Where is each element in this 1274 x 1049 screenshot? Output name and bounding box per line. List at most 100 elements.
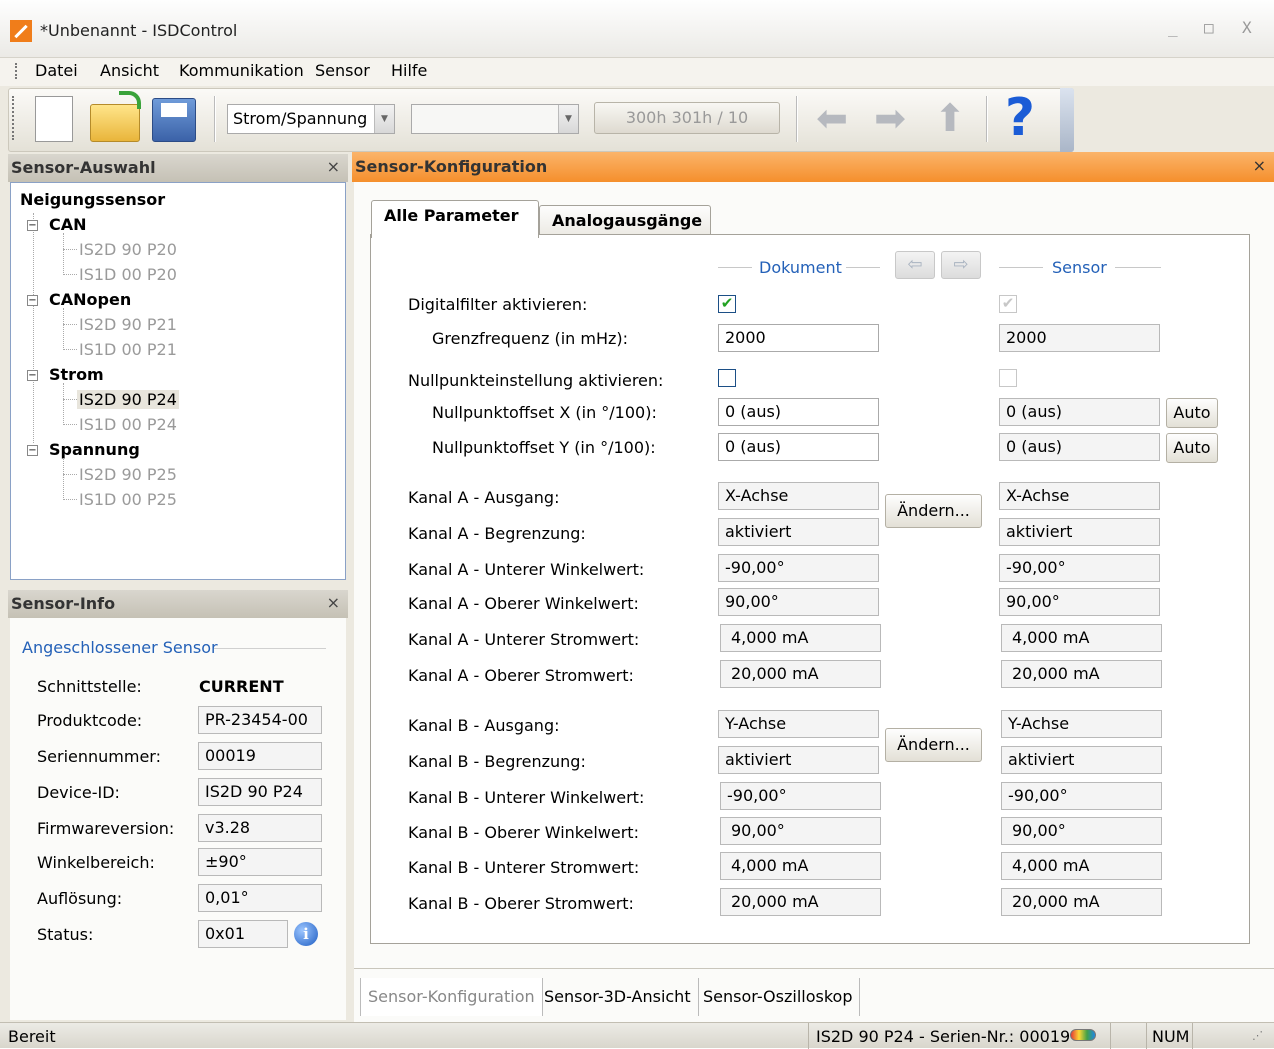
menu-sensor[interactable]: Sensor [315,61,370,80]
sensor-tree[interactable]: Neigungssensor − CAN IS2D 90 P20 IS1D 00… [10,182,346,580]
tab-sensor-3d-ansicht[interactable]: Sensor-3D-Ansicht [537,978,699,1016]
copy-left-arrow-icon[interactable]: ⇦ [895,251,935,279]
menu-datei[interactable]: Datei [35,61,78,80]
kanal-b-doc-value: 20,000 mA [720,888,881,916]
kanal-a-label: Kanal A - Unterer Stromwert: [408,630,640,649]
tab-sensor-oszilloskop[interactable]: Sensor-Oszilloskop [696,978,861,1016]
toolbar-separator [214,96,216,142]
info-label: Seriennummer: [37,747,161,766]
kanal-a-doc-value: aktiviert [718,518,879,546]
offset-y-input[interactable]: 0 (aus) [718,433,879,461]
aendern-b-button[interactable]: Ändern... [885,728,982,762]
tree-line [63,424,77,425]
tree-item[interactable]: IS2D 90 P21 [79,315,177,334]
tree-item[interactable]: IS1D 00 P24 [79,415,177,434]
kanal-a-sensor-value: 4,000 mA [1001,624,1162,652]
info-label: Produktcode: [37,711,143,730]
toolbar-overflow[interactable] [1060,88,1074,152]
sensor-config-header: Sensor-Konfiguration × [352,152,1274,182]
collapse-icon[interactable]: − [27,295,38,306]
chevron-down-icon[interactable]: ▼ [374,105,394,133]
digitalfilter-sensor-checkbox: ✔ [999,295,1017,313]
menu-grip [15,63,17,79]
new-document-icon[interactable] [35,96,73,142]
sensor-selection-close-icon[interactable]: × [327,157,340,176]
digitalfilter-checkbox[interactable]: ✔ [718,295,736,313]
kanal-a-doc-value: X-Achse [718,482,879,510]
toolbar-separator [796,96,798,142]
kanal-a-label: Kanal A - Unterer Winkelwert: [408,560,645,579]
status-device: IS2D 90 P24 - Serien-Nr.: 00019 [816,1027,1071,1046]
arrow-right-icon[interactable]: ➡ [866,96,914,140]
tab-alle-parameter[interactable]: Alle Parameter [371,200,539,238]
grenzfrequenz-label: Grenzfrequenz (in mHz): [432,329,629,348]
tree-group-can[interactable]: CAN [49,215,87,234]
tree-item[interactable]: IS1D 00 P25 [79,490,177,509]
serial-number-field: 00019 [198,742,322,770]
menu-ansicht[interactable]: Ansicht [100,61,159,80]
document-column-header: Dokument [759,258,842,277]
kanal-a-doc-value: 90,00° [718,588,879,616]
product-code-field: PR-23454-00 [198,706,322,734]
info-label: Auflösung: [37,889,123,908]
tree-item-selected[interactable]: IS2D 90 P24 [77,390,179,409]
connection-status-icon [1070,1029,1096,1041]
minimize-button[interactable]: _ [1168,18,1178,37]
can-id-button[interactable]: 300h 301h / 10 [594,102,780,134]
tree-item[interactable]: IS1D 00 P20 [79,265,177,284]
resize-grip-icon[interactable]: ⋰ [1252,1029,1263,1042]
auto-x-button[interactable]: Auto [1166,398,1218,428]
menu-kommunikation[interactable]: Kommunikation [179,61,304,80]
arrow-up-icon[interactable]: ⬆ [926,96,974,140]
tab-analogausgaenge[interactable]: Analogausgänge [539,205,711,237]
arrow-left-icon[interactable]: ⬅ [808,96,856,140]
status-bar: Bereit IS2D 90 P24 - Serien-Nr.: 00019 N… [0,1022,1274,1049]
collapse-icon[interactable]: − [27,220,38,231]
help-icon[interactable]: ? [1000,88,1040,148]
copy-right-arrow-icon[interactable]: ⇨ [941,251,981,279]
status-divider [1146,1023,1147,1049]
interface-select[interactable]: Strom/Spannung ▼ [227,104,395,134]
tree-root[interactable]: Neigungssensor [20,190,165,209]
maximize-button[interactable]: □ [1204,18,1214,37]
tree-group-spannung[interactable]: Spannung [49,440,140,459]
firmware-version-field: v3.28 [198,814,322,842]
collapse-icon[interactable]: − [27,445,38,456]
kanal-a-doc-value: -90,00° [718,554,879,582]
close-button[interactable]: X [1242,18,1252,37]
save-disk-icon[interactable] [152,98,196,142]
info-icon[interactable]: i [294,922,318,946]
sensor-column-header: Sensor [1052,258,1107,277]
collapse-icon[interactable]: − [27,370,38,381]
tab-sensor-konfiguration[interactable]: Sensor-Konfiguration [360,978,543,1016]
tree-item[interactable]: IS2D 90 P25 [79,465,177,484]
kanal-a-sensor-value: 90,00° [999,588,1160,616]
grenzfrequenz-input[interactable]: 2000 [718,324,879,352]
status-field: 0x01 [198,920,288,948]
aendern-a-button[interactable]: Ändern... [885,494,982,528]
interface-select-value: Strom/Spannung [233,109,368,128]
kanal-b-doc-value: 90,00° [720,817,881,845]
kanal-b-sensor-value: -90,00° [1001,782,1162,810]
offset-x-input[interactable]: 0 (aus) [718,398,879,426]
offset-y-label: Nullpunktoffset Y (in °/100): [432,438,656,457]
open-folder-icon[interactable] [90,91,141,142]
sensor-config-close-icon[interactable]: × [1253,156,1266,175]
kanal-b-sensor-value: 4,000 mA [1001,852,1162,880]
tree-group-canopen[interactable]: CANopen [49,290,131,309]
chevron-down-icon[interactable]: ▼ [558,105,578,133]
sensor-info-close-icon[interactable]: × [327,593,340,612]
tree-group-strom[interactable]: Strom [49,365,104,384]
device-select[interactable]: ▼ [411,104,579,134]
tree-item[interactable]: IS1D 00 P21 [79,340,177,359]
connected-sensor-section: Angeschlossener Sensor [22,638,218,657]
header-line [1115,267,1161,268]
tree-item[interactable]: IS2D 90 P20 [79,240,177,259]
nullpunkt-checkbox[interactable] [718,369,736,387]
menu-hilfe[interactable]: Hilfe [391,61,427,80]
status-divider [1110,1023,1111,1049]
kanal-b-sensor-value: Y-Achse [1001,710,1162,738]
kanal-b-doc-value: Y-Achse [718,710,879,738]
auto-y-button[interactable]: Auto [1166,433,1218,463]
tree-line [63,458,64,500]
